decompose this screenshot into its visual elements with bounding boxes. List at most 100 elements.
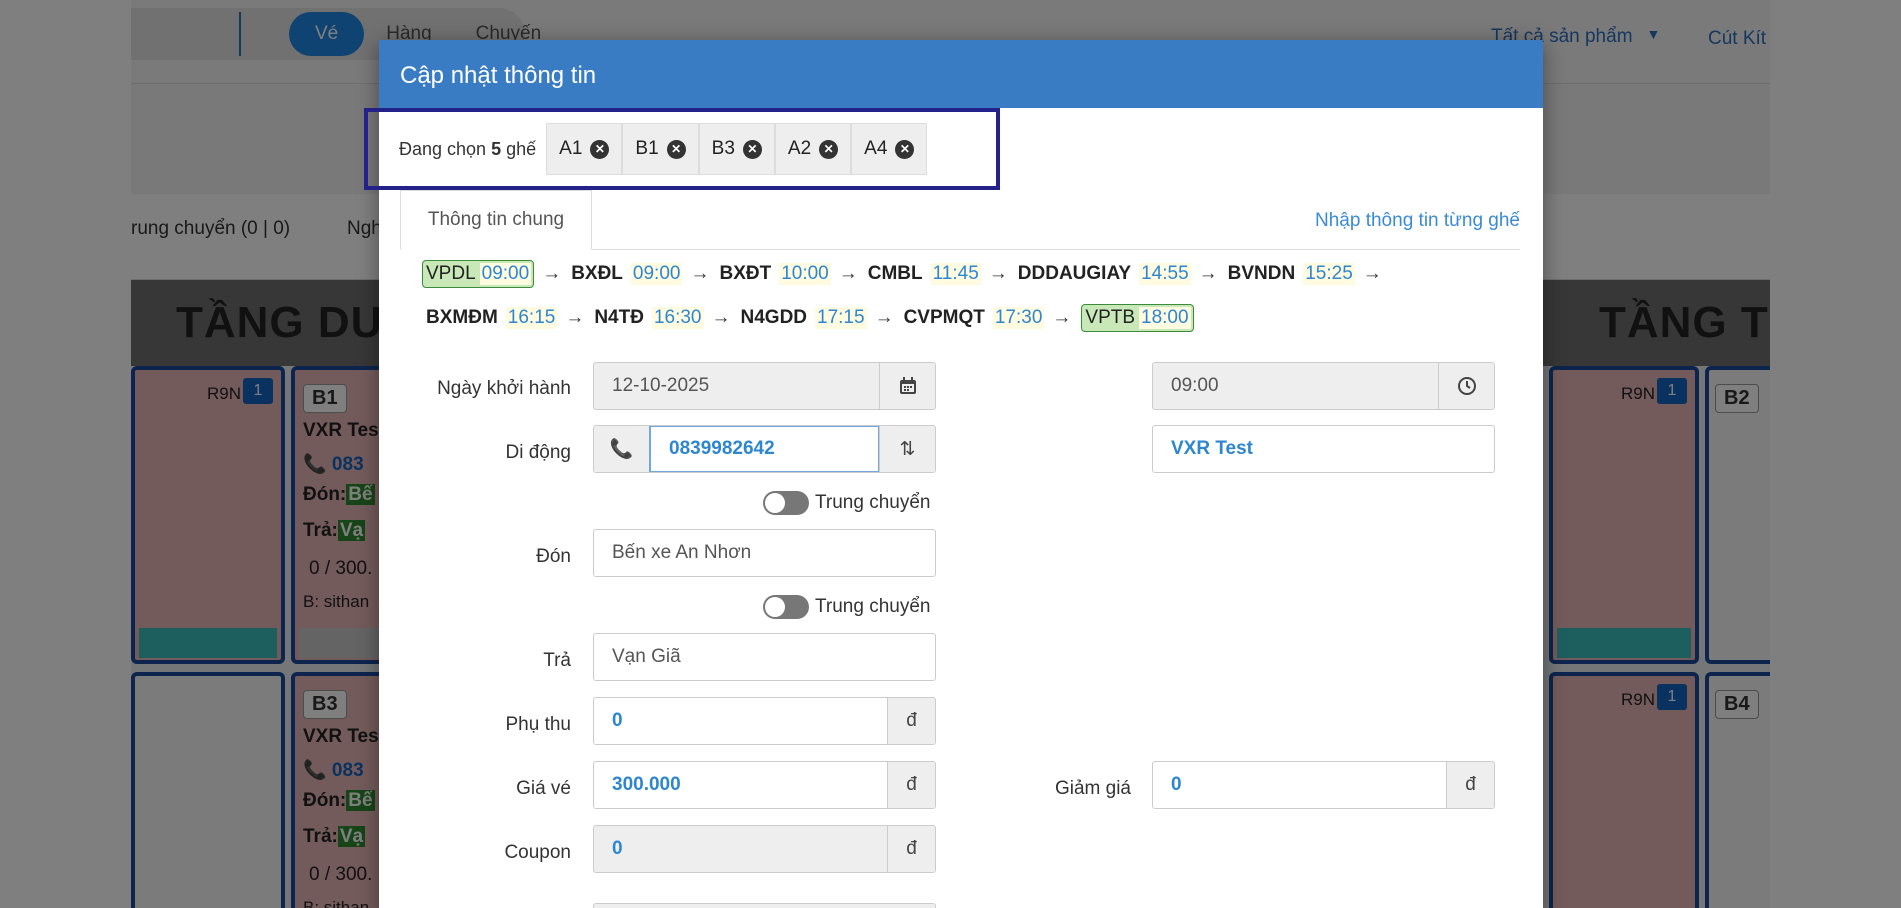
seat-chip-b3[interactable]: B3 ✕	[698, 123, 775, 175]
per-seat-info-link[interactable]: Nhập thông tin từng ghế	[1315, 210, 1520, 232]
mobile-field[interactable]: 📞 0839982642 ⇅	[593, 425, 936, 473]
seat-chip-label: A4	[864, 138, 888, 159]
name-field[interactable]: VXR Test	[1152, 425, 1495, 473]
pickup-input[interactable]: Bến xe An Nhơn	[594, 530, 935, 576]
stop-time: 09:00	[630, 263, 683, 285]
update-info-modal: Cập nhật thông tin Đang chọn 5 ghế A1 ✕ B…	[364, 40, 1543, 908]
phone-icon: 📞	[594, 426, 650, 472]
arrow-right-icon: →	[711, 307, 731, 328]
seat-chip-b1[interactable]: B1 ✕	[622, 123, 699, 175]
stop-code: DDDAUGIAY	[1017, 263, 1132, 284]
route-row-1: VPDL 09:00 → BXĐL 09:00 → BXĐT 10:00 → CMBL…	[422, 260, 1392, 288]
arrow-right-icon: →	[1198, 263, 1218, 284]
arrow-right-icon: →	[542, 263, 562, 284]
pickup-field[interactable]: Bến xe An Nhơn	[593, 529, 936, 577]
pickup-transfer-toggle[interactable]: Trung chuyển	[763, 491, 930, 515]
seat-chip-label: B1	[635, 138, 659, 159]
stop-time: 17:15	[815, 307, 867, 329]
selected-seat-chips: A1 ✕ B1 ✕ B3 ✕ A2 ✕ A4 ✕	[546, 123, 928, 175]
coupon-input[interactable]: 0	[594, 826, 887, 872]
selected-prefix: Đang chọn	[399, 138, 487, 159]
selected-seats-bar: Đang chọn 5 ghế A1 ✕ B1 ✕ B3 ✕ A2 ✕ A4 ✕	[364, 108, 1000, 190]
route-stop: BVNDN 15:25	[1228, 263, 1355, 285]
extra-field-partial[interactable]	[593, 903, 936, 908]
seat-chip-a2[interactable]: A2 ✕	[774, 123, 852, 175]
coupon-label: Coupon	[504, 842, 571, 863]
coupon-field[interactable]: 0 đ	[593, 825, 936, 873]
surcharge-label: Phụ thu	[505, 714, 572, 735]
currency-unit: đ	[1446, 762, 1494, 808]
currency-unit: đ	[887, 698, 935, 744]
drop-input[interactable]: Vạn Giã	[594, 634, 935, 680]
discount-input[interactable]: 0	[1153, 762, 1446, 808]
route-stop: BXĐL 09:00	[571, 263, 683, 285]
discount-label: Giảm giá	[1054, 778, 1131, 799]
price-field[interactable]: 300.000 đ	[593, 761, 936, 809]
stop-code: BXMĐM	[426, 307, 498, 328]
seat-chip-a4[interactable]: A4 ✕	[851, 123, 928, 175]
stop-time: 16:30	[651, 307, 704, 329]
mobile-input[interactable]: 0839982642	[649, 426, 880, 472]
arrow-right-icon: →	[1052, 307, 1072, 328]
remove-seat-icon[interactable]: ✕	[895, 139, 915, 159]
route-stop: DDDAUGIAY 14:55	[1018, 263, 1191, 285]
stop-code: CMBL	[867, 263, 923, 284]
departure-date-field[interactable]: 12-10-2025	[593, 362, 936, 410]
stop-code: BXĐL	[571, 263, 623, 284]
route-stop: BXMĐM 16:15	[426, 307, 558, 329]
route-stop: VPTB 18:00	[1081, 304, 1194, 332]
toggle-switch[interactable]	[763, 595, 809, 619]
remove-seat-icon[interactable]: ✕	[742, 139, 762, 159]
remove-seat-icon[interactable]: ✕	[590, 139, 610, 159]
selected-count: 5	[491, 138, 502, 159]
calendar-icon[interactable]	[879, 363, 935, 409]
tab-general-info[interactable]: Thông tin chung	[400, 190, 592, 250]
stop-time: 10:00	[779, 263, 831, 285]
transfer-label: Trung chuyển	[815, 492, 931, 513]
remove-seat-icon[interactable]: ✕	[819, 139, 839, 159]
surcharge-input[interactable]: 0	[594, 698, 887, 744]
transfer-label: Trung chuyển	[815, 596, 931, 617]
drop-label: Trả	[543, 650, 571, 671]
drop-transfer-toggle[interactable]: Trung chuyển	[763, 595, 930, 619]
modal-title: Cập nhật thông tin	[379, 40, 1543, 108]
departure-date-label: Ngày khởi hành	[437, 378, 571, 399]
clock-icon[interactable]	[1438, 363, 1494, 409]
stop-code: CVPMQT	[903, 307, 985, 328]
time-value: 09:00	[1171, 375, 1219, 396]
stop-time: 16:15	[505, 307, 558, 329]
arrow-right-icon: →	[838, 263, 858, 284]
departure-date-value: 12-10-2025	[612, 375, 710, 396]
stop-code: VPDL	[426, 263, 476, 284]
stop-time: 17:30	[992, 307, 1045, 329]
arrow-right-icon: →	[565, 307, 585, 328]
pickup-label: Đón	[536, 546, 571, 567]
name-input[interactable]: VXR Test	[1153, 426, 1494, 472]
discount-field[interactable]: 0 đ	[1152, 761, 1495, 809]
modal-tabs: Thông tin chung Nhập thông tin từng ghế	[400, 190, 1520, 250]
seat-chip-a1[interactable]: A1 ✕	[546, 123, 623, 175]
stop-time: 15:25	[1303, 263, 1355, 285]
seat-chip-label: A2	[787, 138, 812, 159]
price-label: Giá vé	[516, 778, 571, 799]
selected-count-label: Đang chọn 5 ghế	[399, 139, 536, 160]
time-field[interactable]: 09:00	[1152, 362, 1495, 410]
toggle-switch[interactable]	[763, 491, 809, 515]
route-stop: CVPMQT 17:30	[904, 307, 1045, 329]
stop-time: 09:00	[479, 263, 532, 285]
surcharge-field[interactable]: 0 đ	[593, 697, 936, 745]
drop-field[interactable]: Vạn Giã	[593, 633, 936, 681]
route-stop: CMBL 11:45	[868, 263, 981, 285]
route-stop: BXĐT 10:00	[719, 263, 831, 285]
arrow-right-icon: →	[690, 263, 710, 284]
remove-seat-icon[interactable]: ✕	[666, 139, 686, 159]
stop-time: 11:45	[930, 263, 981, 285]
mobile-label: Di động	[505, 442, 572, 463]
stop-code: BXĐT	[719, 263, 772, 284]
arrow-right-icon: →	[1362, 263, 1382, 284]
price-input[interactable]: 300.000	[594, 762, 887, 808]
seat-chip-label: A1	[559, 138, 583, 159]
arrow-right-icon: →	[874, 307, 894, 328]
route-row-2: BXMĐM 16:15 → N4TĐ 16:30 → N4GDD 17:15 → CV…	[422, 304, 1194, 332]
contact-lookup-icon[interactable]: ⇅	[879, 426, 935, 472]
